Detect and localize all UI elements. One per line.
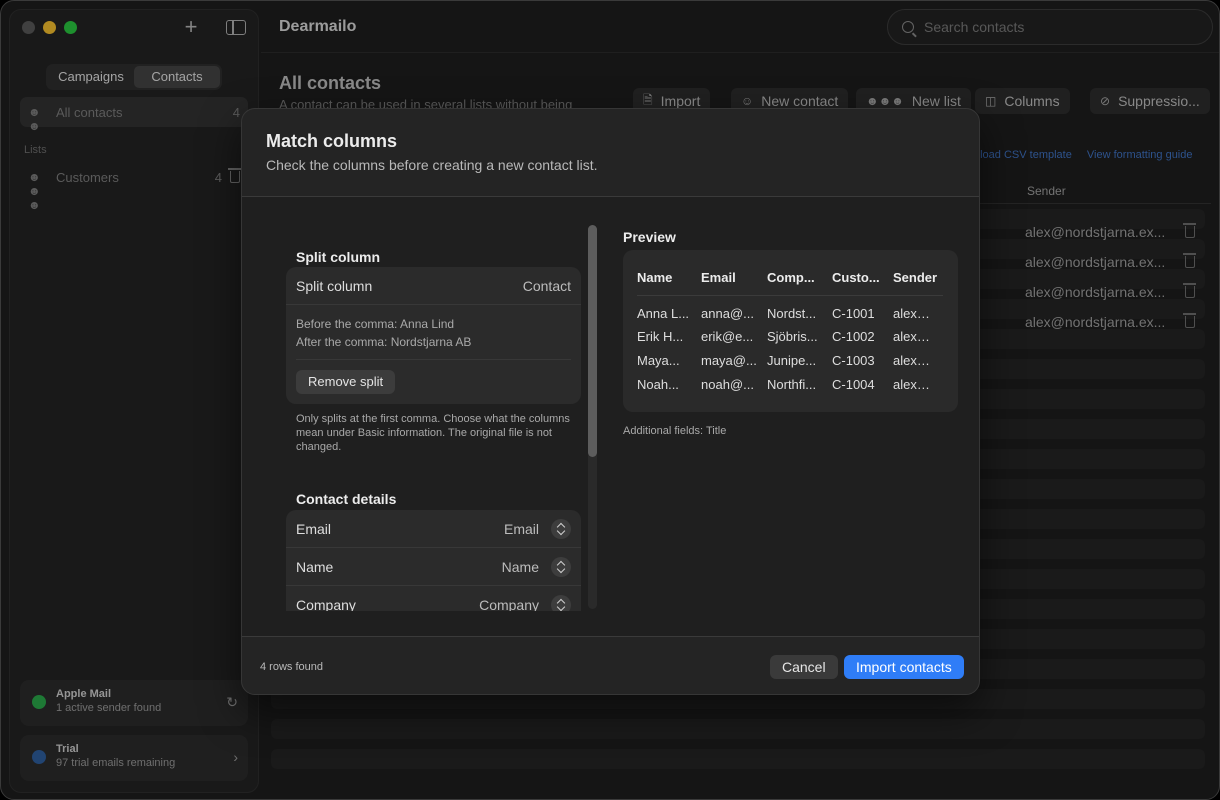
- table-cell: C-1002: [832, 329, 875, 344]
- app-window: + Campaigns Contacts ☻☻ All contacts 4 L…: [0, 0, 1220, 800]
- table-cell: Nordst...: [767, 306, 817, 321]
- split-note: Only splits at the first comma. Choose w…: [296, 413, 570, 453]
- table-cell: Sjöbris...: [767, 329, 818, 344]
- split-column-group: Split column Contact Before the comma: A…: [286, 267, 581, 404]
- table-cell: alex@n...: [893, 329, 943, 344]
- field-mapping-value: Name: [501, 558, 539, 575]
- column-settings-panel[interactable]: Split column Split column Contact Before…: [286, 197, 582, 611]
- field-mapping-company[interactable]: Company Company: [286, 586, 581, 611]
- table-cell: alex@n...: [893, 377, 943, 392]
- preview-table: Name Email Comp... Custo... Sender Anna …: [637, 264, 943, 396]
- split-column-value: Contact: [522, 277, 571, 294]
- additional-fields-text: Additional fields: Title: [623, 425, 727, 437]
- table-cell: noah@...: [701, 377, 754, 392]
- column-header: Name: [637, 264, 701, 296]
- table-cell: Erik H...: [637, 329, 684, 344]
- column-header: Comp...: [767, 264, 832, 296]
- table-cell: Noah...: [637, 377, 679, 392]
- preview-table-card: Name Email Comp... Custo... Sender Anna …: [623, 250, 958, 412]
- dialog-title: Match columns: [266, 131, 398, 151]
- table-row: Noah... noah@... Northfi... C-1004 alex@…: [637, 372, 943, 396]
- dialog-subtitle: Check the columns before creating a new …: [266, 157, 598, 173]
- chevron-up-down-icon[interactable]: [551, 518, 571, 539]
- table-cell: erik@e...: [701, 329, 754, 344]
- field-mapping-email[interactable]: Email Email: [286, 510, 581, 548]
- scrollbar-thumb[interactable]: [588, 225, 597, 457]
- import-contacts-button[interactable]: Import contacts: [844, 655, 964, 679]
- field-label: Name: [296, 558, 334, 575]
- field-label: Company: [296, 597, 356, 611]
- table-cell: maya@...: [701, 353, 757, 368]
- split-column-heading: Split column: [296, 249, 380, 265]
- remove-split-button[interactable]: Remove split: [296, 370, 396, 394]
- table-cell: Northfi...: [767, 377, 817, 392]
- split-after-text: After the comma: Nordstjarna AB: [296, 335, 472, 349]
- contact-details-group: Email Email Name Name Company Company: [286, 510, 581, 611]
- column-header: Email: [701, 264, 767, 296]
- table-cell: alex@n...: [893, 353, 943, 368]
- rows-found-text: 4 rows found: [260, 661, 323, 673]
- match-columns-dialog: Match columns Check the columns before c…: [241, 108, 980, 695]
- split-preview: Before the comma: Anna Lind After the co…: [286, 305, 581, 359]
- table-header-row: Name Email Comp... Custo... Sender: [637, 264, 943, 296]
- dialog-body: Split column Split column Contact Before…: [242, 197, 979, 636]
- split-column-row[interactable]: Split column Contact: [286, 267, 581, 305]
- divider: [242, 636, 979, 637]
- field-mapping-value: Email: [503, 520, 539, 537]
- split-before-text: Before the comma: Anna Lind: [296, 317, 455, 331]
- column-header: Custo...: [832, 264, 893, 296]
- preview-heading: Preview: [623, 229, 676, 245]
- table-cell: Maya...: [637, 353, 680, 368]
- split-column-label: Split column: [296, 277, 373, 294]
- chevron-up-down-icon[interactable]: [551, 595, 571, 611]
- column-header: Sender: [893, 264, 943, 296]
- cancel-button[interactable]: Cancel: [770, 655, 838, 679]
- field-mapping-name[interactable]: Name Name: [286, 548, 581, 586]
- table-row: Maya... maya@... Junipe... C-1003 alex@n…: [637, 348, 943, 372]
- divider: [296, 359, 571, 360]
- table-cell: Junipe...: [767, 353, 817, 368]
- table-cell: Anna L...: [637, 306, 690, 321]
- chevron-up-down-icon[interactable]: [551, 556, 571, 577]
- table-cell: alex@n...: [893, 306, 943, 321]
- table-cell: anna@...: [701, 306, 754, 321]
- field-label: Email: [296, 520, 332, 537]
- table-row: Erik H... erik@e... Sjöbris... C-1002 al…: [637, 324, 943, 348]
- table-cell: C-1001: [832, 306, 875, 321]
- contact-details-heading: Contact details: [296, 491, 397, 507]
- table-cell: C-1003: [832, 353, 875, 368]
- table-cell: C-1004: [832, 377, 875, 392]
- table-row: Anna L... anna@... Nordst... C-1001 alex…: [637, 296, 943, 325]
- field-mapping-value: Company: [479, 597, 539, 611]
